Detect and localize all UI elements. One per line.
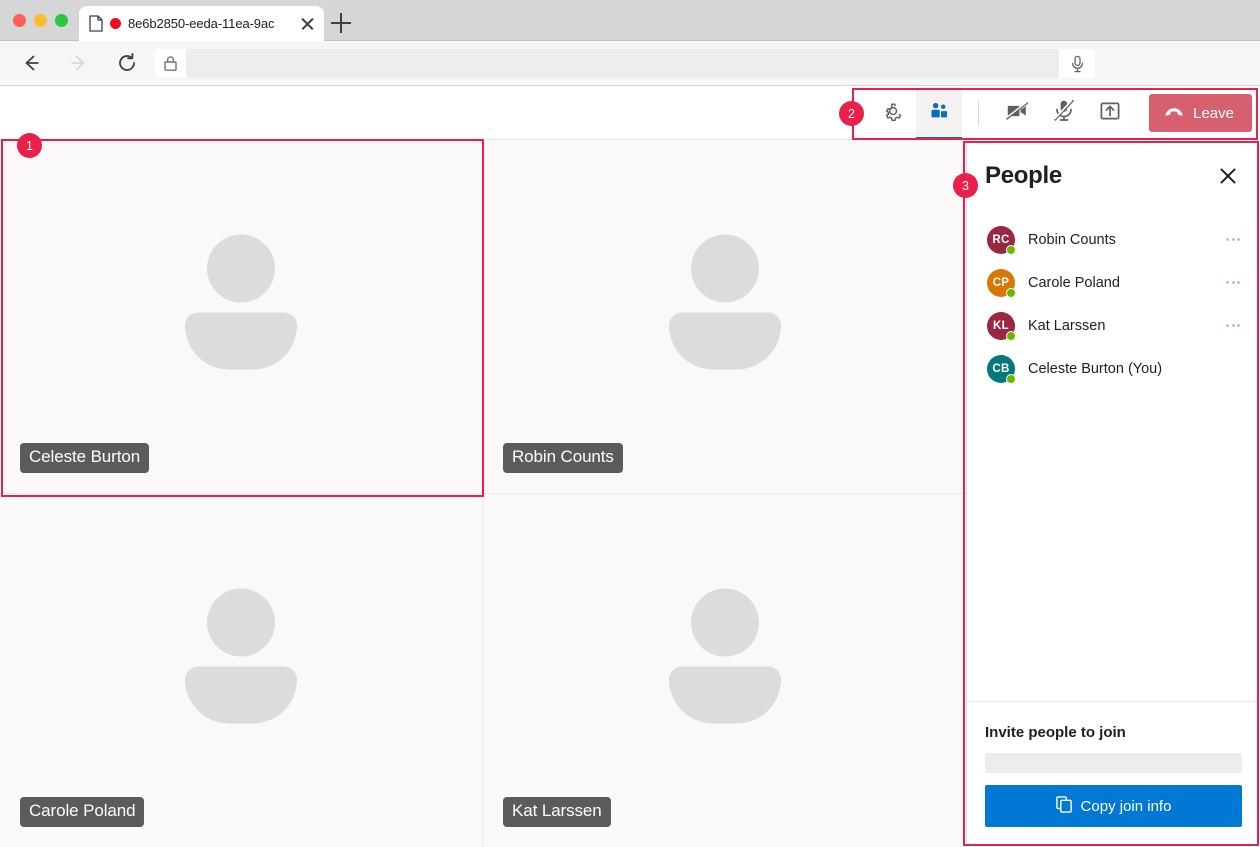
settings-button[interactable] [870,87,916,139]
app-root: 8e6b2850-eeda-11ea-9ac Guest ? [0,0,1260,847]
people-panel: People RC Robin Counts CP [966,140,1260,847]
person-placeholder-icon [185,589,297,724]
microphone-off-icon [1053,99,1075,127]
presence-available-icon [1006,331,1016,341]
close-icon[interactable] [1214,162,1242,190]
browser-tab[interactable]: 8e6b2850-eeda-11ea-9ac [79,6,324,41]
people-panel-header: People [967,140,1260,212]
avatar: RC [987,226,1015,254]
video-tile[interactable]: Robin Counts [483,140,966,494]
video-tile[interactable]: Kat Larssen [483,494,966,847]
invite-section: Invite people to join Copy join info [967,701,1260,847]
gear-icon [882,100,904,127]
browser-title-bar: 8e6b2850-eeda-11ea-9ac [0,0,1260,41]
hangup-phone-icon [1164,105,1184,122]
browser-toolbar: Guest ? [0,41,1260,86]
back-arrow-icon[interactable] [14,46,48,80]
close-window-button[interactable] [13,14,26,27]
copy-join-info-button[interactable]: Copy join info [985,785,1242,827]
participant-name-label: Robin Counts [503,443,623,473]
list-item[interactable]: KL Kat Larssen [967,304,1260,347]
participant-name-label: Carole Poland [20,797,144,827]
person-name: Celeste Burton (You) [1028,361,1242,377]
camera-button[interactable] [995,87,1041,139]
new-tab-button[interactable] [331,13,351,33]
people-panel-title: People [985,162,1062,190]
copy-join-info-label: Copy join info [1081,798,1172,815]
address-bar[interactable] [155,49,1095,78]
avatar: CP [987,269,1015,297]
presence-available-icon [1006,288,1016,298]
avatar-initials: CP [993,277,1010,289]
people-icon [928,100,950,127]
maximize-window-button[interactable] [55,14,68,27]
video-tile[interactable]: Celeste Burton [0,140,483,494]
presence-available-icon [1006,374,1016,384]
microphone-icon[interactable] [1059,55,1095,73]
person-name: Kat Larssen [1028,318,1224,334]
invite-link-input[interactable] [985,753,1242,773]
list-item[interactable]: CP Carole Poland [967,261,1260,304]
person-name: Carole Poland [1028,275,1224,291]
participant-name-label: Celeste Burton [20,443,149,473]
invite-section-title: Invite people to join [985,724,1242,741]
tab-title: 8e6b2850-eeda-11ea-9ac [128,16,292,31]
forward-arrow-icon[interactable] [62,46,96,80]
leave-button[interactable]: Leave [1149,94,1252,132]
people-button[interactable] [916,87,962,139]
video-tile[interactable]: Carole Poland [0,494,483,847]
lock-icon [163,55,178,72]
more-options-icon[interactable] [1224,277,1242,288]
person-placeholder-icon [669,235,781,370]
avatar: CB [987,355,1015,383]
share-screen-icon [1099,100,1121,127]
presence-available-icon [1006,245,1016,255]
microphone-button[interactable] [1041,87,1087,139]
list-item[interactable]: RC Robin Counts [967,218,1260,261]
share-screen-button[interactable] [1087,87,1133,139]
document-icon [89,15,103,32]
person-placeholder-icon [185,235,297,370]
camera-off-icon [1005,100,1031,127]
meeting-app: Leave Celeste Burton Robin Counts [0,87,1260,847]
window-controls [13,14,68,27]
person-placeholder-icon [669,589,781,724]
toolbar-divider [978,100,979,126]
more-options-icon[interactable] [1224,234,1242,245]
more-options-icon[interactable] [1224,320,1242,331]
reload-icon[interactable] [110,46,144,80]
people-list: RC Robin Counts CP Carole Poland [967,212,1260,701]
avatar-initials: KL [993,320,1009,332]
avatar-initials: RC [992,234,1009,246]
recording-dot-icon [110,18,121,29]
meeting-toolbar: Leave [0,87,1260,140]
leave-button-label: Leave [1193,105,1234,122]
url-input[interactable] [186,49,1059,78]
list-item[interactable]: CB Celeste Burton (You) [967,347,1260,390]
avatar-initials: CB [992,363,1009,375]
video-grid: Celeste Burton Robin Counts Carole Polan… [0,140,966,847]
person-name: Robin Counts [1028,232,1224,248]
participant-name-label: Kat Larssen [503,797,611,827]
minimize-window-button[interactable] [34,14,47,27]
close-icon[interactable] [299,15,316,32]
copy-icon [1056,796,1072,817]
avatar: KL [987,312,1015,340]
